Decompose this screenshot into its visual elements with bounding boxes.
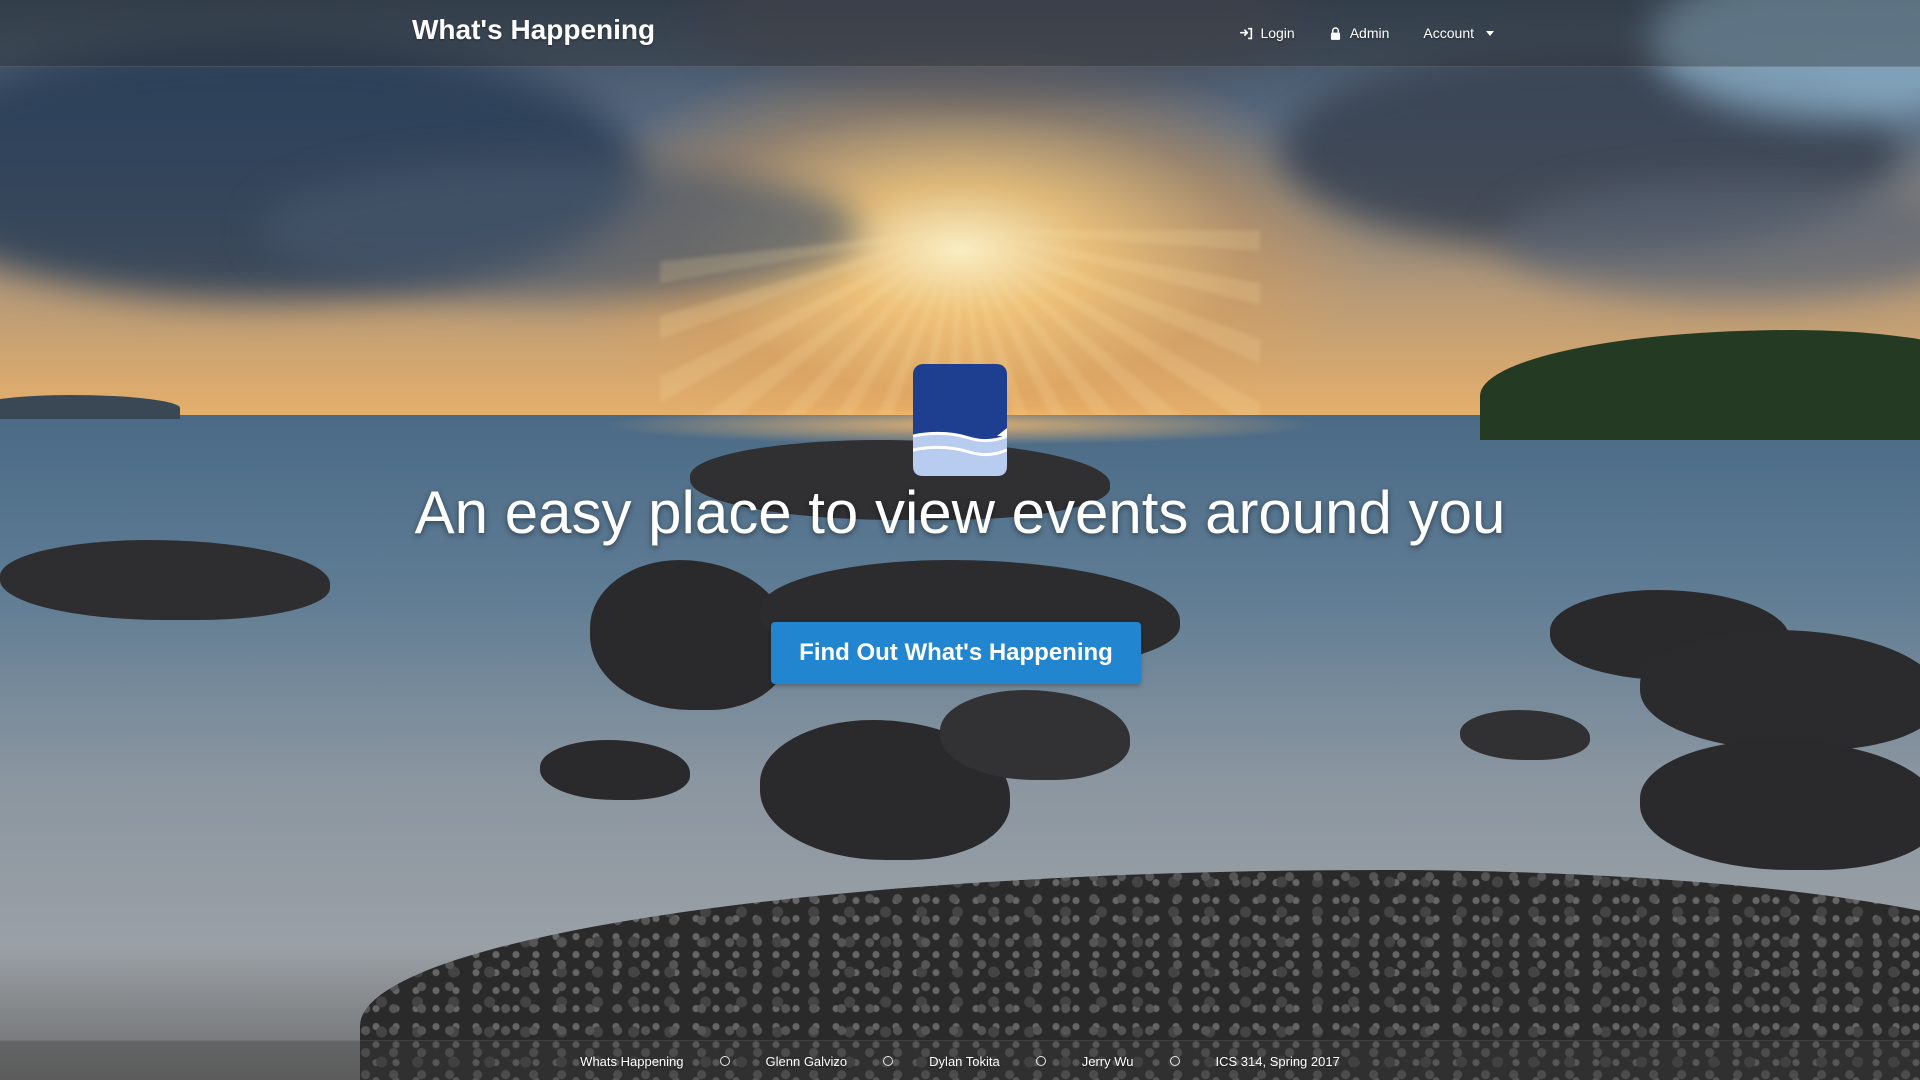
footer-site-name: Whats Happening bbox=[580, 1053, 684, 1069]
nav-right-menu: Login Admin Account bbox=[1205, 0, 1494, 66]
account-label: Account bbox=[1423, 25, 1474, 41]
admin-link[interactable]: Admin bbox=[1329, 25, 1390, 41]
login-label: Login bbox=[1260, 25, 1295, 41]
rock bbox=[1640, 740, 1920, 870]
account-dropdown[interactable]: Account bbox=[1423, 25, 1494, 41]
login-link[interactable]: Login bbox=[1239, 25, 1295, 41]
admin-label: Admin bbox=[1349, 25, 1390, 41]
footer-course: ICS 314, Spring 2017 bbox=[1215, 1053, 1340, 1069]
footer-author: Jerry Wu bbox=[1081, 1053, 1134, 1069]
sign-in-icon bbox=[1239, 26, 1253, 40]
circle-icon bbox=[1035, 1056, 1046, 1066]
book-logo-icon bbox=[912, 364, 1008, 476]
lock-icon bbox=[1329, 26, 1343, 40]
circle-icon bbox=[1169, 1056, 1180, 1066]
dropdown-caret-icon bbox=[1486, 30, 1494, 36]
footer: Whats Happening Glenn Galvizo Dylan Toki… bbox=[0, 1040, 1920, 1080]
find-out-button[interactable]: Find Out What's Happening bbox=[771, 622, 1141, 684]
hero-headline: An easy place to view events around you bbox=[414, 479, 1506, 546]
footer-author: Dylan Tokita bbox=[929, 1053, 1000, 1069]
top-navbar: What's Happening Login Admin Account bbox=[0, 0, 1920, 67]
brand-link[interactable]: What's Happening bbox=[412, 14, 655, 46]
rock bbox=[1640, 630, 1920, 750]
circle-icon bbox=[719, 1056, 730, 1066]
circle-icon bbox=[883, 1056, 894, 1066]
island bbox=[0, 395, 180, 419]
footer-author: Glenn Galvizo bbox=[765, 1053, 848, 1069]
